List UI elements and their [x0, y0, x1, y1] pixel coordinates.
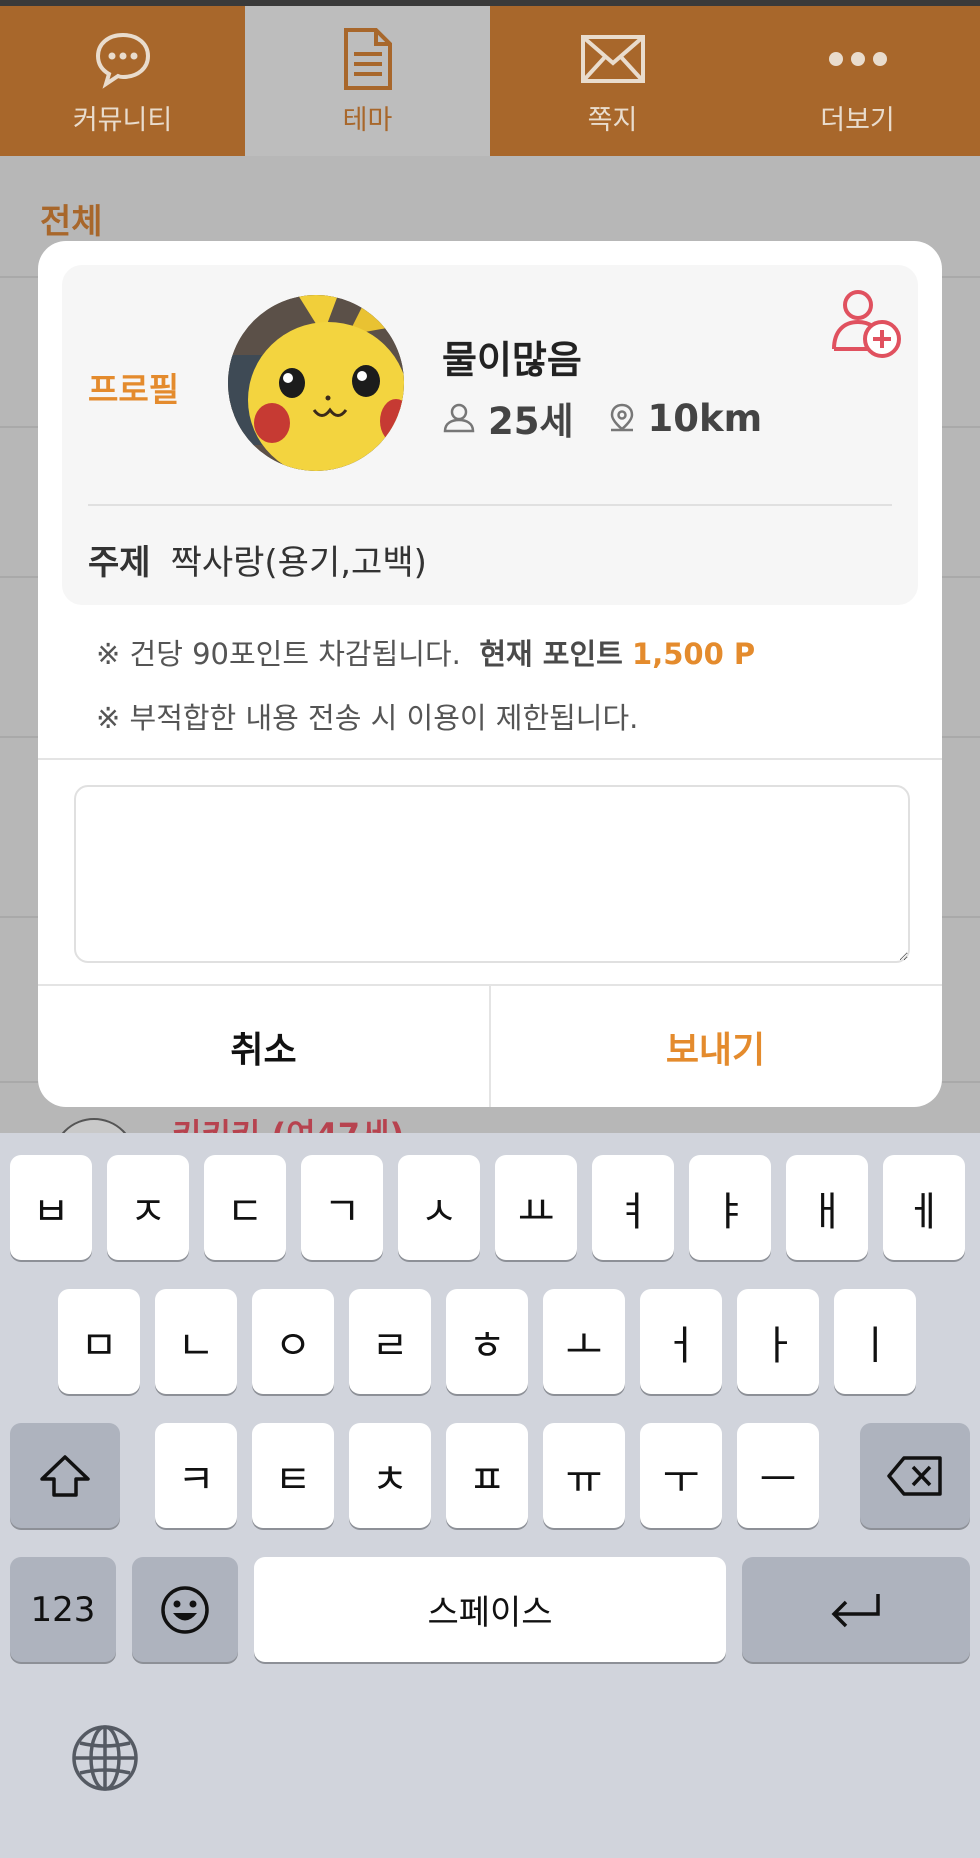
- profile-label: 프로필: [88, 370, 180, 409]
- tab-theme[interactable]: 테마: [245, 6, 490, 156]
- location-pin-icon: [608, 403, 636, 433]
- key[interactable]: ㅐ: [786, 1155, 868, 1260]
- key[interactable]: ㅍ: [446, 1423, 528, 1528]
- key[interactable]: ㄴ: [155, 1289, 237, 1394]
- profile-card: 프로필 물이많음 25세 10km 주제 짝사랑(용기,고백): [62, 265, 918, 605]
- document-icon: [342, 26, 394, 92]
- emoji-key[interactable]: [132, 1557, 238, 1662]
- key[interactable]: ㅅ: [398, 1155, 480, 1260]
- backspace-key[interactable]: [860, 1423, 970, 1528]
- key[interactable]: ㅣ: [834, 1289, 916, 1394]
- tab-more[interactable]: 더보기: [735, 6, 980, 156]
- key[interactable]: ㅁ: [58, 1289, 140, 1394]
- tab-label: 더보기: [820, 104, 895, 136]
- topic-label: 주제: [88, 543, 151, 583]
- space-key[interactable]: 스페이스: [254, 1557, 726, 1662]
- point-notice: ※ 건당 90포인트 차감됩니다. 현재 포인트 1,500 P: [96, 631, 755, 673]
- key[interactable]: ㅏ: [737, 1289, 819, 1394]
- key[interactable]: ㄱ: [301, 1155, 383, 1260]
- numbers-key[interactable]: 123: [10, 1557, 116, 1662]
- keyboard: ㅂ ㅈ ㄷ ㄱ ㅅ ㅛ ㅕ ㅑ ㅐ ㅔ ㅁ ㄴ ㅇ ㄹ ㅎ ㅗ ㅓ ㅏ ㅣ ㅋ …: [0, 1133, 980, 1858]
- chat-bubble-icon: [93, 26, 153, 92]
- key[interactable]: ㅋ: [155, 1423, 237, 1528]
- key[interactable]: ㅓ: [640, 1289, 722, 1394]
- key[interactable]: ㅛ: [495, 1155, 577, 1260]
- key[interactable]: ㄷ: [204, 1155, 286, 1260]
- nickname: 물이많음: [442, 338, 582, 382]
- avatar[interactable]: [228, 295, 404, 471]
- add-friend-icon[interactable]: [830, 287, 904, 361]
- tab-community[interactable]: 커뮤니티: [0, 6, 245, 156]
- divider: [38, 758, 942, 760]
- more-dots-icon: [828, 26, 888, 92]
- tab-label: 커뮤니티: [72, 104, 173, 136]
- topic-value: 짝사랑(용기,고백): [170, 543, 427, 583]
- key[interactable]: ㅡ: [737, 1423, 819, 1528]
- key[interactable]: ㅇ: [252, 1289, 334, 1394]
- key[interactable]: ㅑ: [689, 1155, 771, 1260]
- shift-icon: [40, 1454, 90, 1497]
- key[interactable]: ㅂ: [10, 1155, 92, 1260]
- key[interactable]: ㄹ: [349, 1289, 431, 1394]
- profile-divider: [88, 504, 892, 506]
- key[interactable]: ㅗ: [543, 1289, 625, 1394]
- key[interactable]: ㅜ: [640, 1423, 722, 1528]
- tab-messages[interactable]: 쪽지: [490, 6, 735, 156]
- profile-meta: 25세 10km: [442, 391, 762, 445]
- key[interactable]: ㅊ: [349, 1423, 431, 1528]
- age-value: 25세: [488, 400, 574, 443]
- backspace-icon: [887, 1455, 942, 1496]
- key[interactable]: ㅔ: [883, 1155, 965, 1260]
- policy-notice: ※ 부적합한 내용 전송 시 이용이 제한됩니다.: [96, 701, 639, 735]
- return-key[interactable]: [742, 1557, 970, 1662]
- section-title: 전체: [40, 202, 103, 242]
- shift-key[interactable]: [10, 1423, 120, 1528]
- key[interactable]: ㅈ: [107, 1155, 189, 1260]
- envelope-icon: [580, 26, 646, 92]
- cancel-button[interactable]: 취소: [38, 986, 489, 1107]
- key[interactable]: ㅌ: [252, 1423, 334, 1528]
- current-points-value: 1,500 P: [632, 637, 756, 671]
- top-tab-bar: 커뮤니티 테마 쪽지 더보기: [0, 6, 980, 156]
- message-dialog: 프로필 물이많음 25세 10km 주제 짝사랑(용기,고백) ※ 건당 90포…: [38, 241, 942, 1107]
- emoji-icon: [161, 1585, 209, 1634]
- tab-label: 쪽지: [587, 104, 638, 136]
- tab-label: 테마: [342, 104, 393, 136]
- key[interactable]: ㅎ: [446, 1289, 528, 1394]
- distance-value: 10km: [647, 396, 763, 440]
- person-icon: [442, 403, 476, 433]
- globe-icon[interactable]: [70, 1723, 140, 1793]
- current-points-label: 현재 포인트: [479, 637, 623, 671]
- key[interactable]: ㅕ: [592, 1155, 674, 1260]
- send-button[interactable]: 보내기: [490, 986, 941, 1107]
- message-input[interactable]: [74, 785, 910, 963]
- topic-row: 주제 짝사랑(용기,고백): [88, 535, 427, 584]
- point-cost-text: ※ 건당 90포인트 차감됩니다.: [96, 637, 461, 671]
- key[interactable]: ㅠ: [543, 1423, 625, 1528]
- return-icon: [831, 1593, 880, 1627]
